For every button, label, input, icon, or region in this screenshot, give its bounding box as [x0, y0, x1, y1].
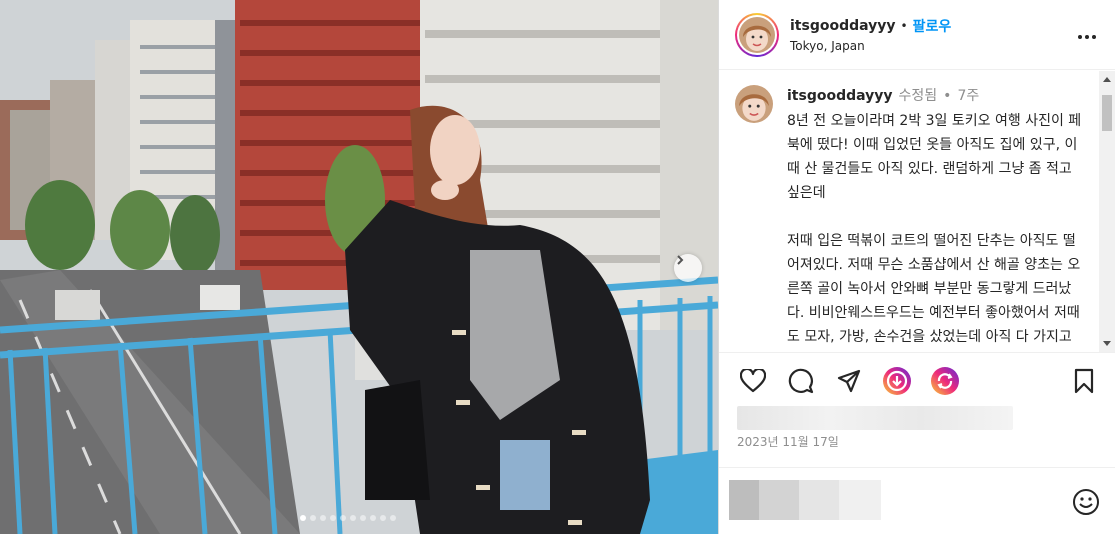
comment-input-blurred[interactable]	[729, 480, 881, 520]
carousel-dot	[320, 515, 326, 521]
save-button[interactable]	[1068, 367, 1100, 399]
caption-username[interactable]: itsgooddayyy	[787, 88, 893, 104]
reshare-story-button[interactable]	[881, 366, 913, 400]
more-horizontal-icon	[1077, 25, 1097, 44]
edited-label: 수정됨	[898, 88, 938, 104]
carousel-indicator	[300, 515, 396, 521]
caption-text: 8년 전 오늘이라며 2박 3일 토키오 여행 사진이 페북에 떴다! 이때 입…	[787, 113, 1082, 345]
scroll-thumb[interactable]	[1102, 95, 1112, 131]
send-icon	[837, 369, 861, 397]
author-username[interactable]: itsgooddayyy	[790, 18, 896, 34]
caption-scrollbar[interactable]	[1099, 71, 1115, 352]
story-reshare-icon	[882, 366, 912, 400]
follow-button[interactable]: 팔로우	[913, 16, 952, 36]
emoji-button[interactable]	[1072, 488, 1100, 516]
carousel-dot	[370, 515, 376, 521]
post-dialog: itsgooddayyy • 팔로우 Tokyo, Japan itsgoodd…	[0, 0, 1115, 534]
separator-dot: •	[900, 19, 908, 33]
carousel-dot	[390, 515, 396, 521]
scroll-down-arrow-icon[interactable]	[1099, 335, 1115, 352]
carousel-dot	[340, 515, 346, 521]
scroll-up-arrow-icon[interactable]	[1099, 71, 1115, 88]
emoji-icon	[1072, 489, 1100, 520]
post-location[interactable]: Tokyo, Japan	[790, 39, 1075, 53]
post-age[interactable]: 7주	[957, 88, 979, 104]
post-photo[interactable]	[0, 0, 718, 534]
photo-illustration	[0, 0, 718, 534]
carousel-dot	[310, 515, 316, 521]
share-button[interactable]	[833, 367, 865, 399]
caption-area: itsgooddayyy 수정됨 • 7주 8년 전 오늘이라며 2박 3일 토키오 …	[719, 71, 1099, 352]
more-options-button[interactable]	[1075, 23, 1099, 47]
carousel-dot	[350, 515, 356, 521]
carousel-dot	[360, 515, 366, 521]
comment-bar	[719, 467, 1115, 534]
carousel-dot	[380, 515, 386, 521]
author-avatar[interactable]	[735, 12, 779, 57]
avatar-image	[739, 16, 775, 53]
remix-button[interactable]	[929, 366, 961, 400]
post-side-panel: itsgooddayyy • 팔로우 Tokyo, Japan itsgoodd…	[718, 0, 1115, 534]
like-button[interactable]	[737, 367, 769, 399]
carousel-dot	[300, 515, 306, 521]
heart-icon	[739, 367, 767, 397]
post-header: itsgooddayyy • 팔로우 Tokyo, Japan	[719, 0, 1115, 70]
separator-dot: •	[943, 88, 952, 104]
post-date[interactable]: 2023년 11월 17일	[737, 433, 839, 450]
comment-icon	[788, 368, 814, 398]
caption-avatar[interactable]	[735, 85, 773, 123]
comment-button[interactable]	[785, 367, 817, 399]
remix-icon	[930, 366, 960, 400]
bookmark-icon	[1073, 368, 1095, 398]
next-photo-button[interactable]	[674, 254, 702, 282]
action-bar	[719, 352, 1115, 412]
likes-count-blurred	[737, 406, 1013, 430]
carousel-dot	[330, 515, 336, 521]
